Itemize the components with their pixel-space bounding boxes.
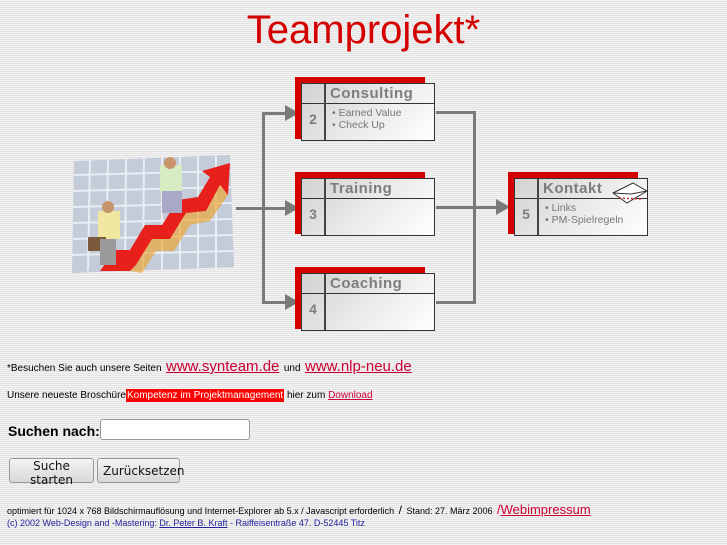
brochure-middle: hier zum: [286, 390, 326, 401]
footer-separator: /: [398, 503, 402, 517]
reset-button[interactable]: Zurücksetzen: [97, 458, 185, 483]
envelope-icon[interactable]: [611, 181, 649, 205]
box-item-check-up[interactable]: • Check Up: [332, 119, 401, 131]
search-label: Suchen nach:: [8, 423, 100, 439]
connector-line: [236, 207, 264, 210]
box-title[interactable]: Training: [330, 180, 392, 197]
footer-stand: Stand: 27. März 2006: [406, 506, 493, 516]
footer-line-1: optimiert für 1024 x 768 Bildschirmauflö…: [7, 501, 591, 519]
footer-address: - Raiffeisentraße 47. D-52445 Titz: [229, 518, 365, 528]
brochure-title: Kompetenz im Projektmanagement: [125, 389, 285, 402]
box-coaching[interactable]: Coaching 4: [295, 267, 435, 332]
download-link[interactable]: Download: [328, 390, 372, 401]
author-link[interactable]: Dr. Peter B. Kraft: [159, 518, 227, 528]
box-kontakt[interactable]: Kontakt 5 • Links • PM-Spielregeln: [508, 172, 648, 237]
webimpressum-link[interactable]: Webimpressum: [501, 502, 591, 517]
box-card: Training 3: [301, 178, 435, 236]
brochure-prefix: Unsere neueste Broschüre: [7, 390, 126, 401]
connector-line: [436, 206, 502, 209]
box-number: 4: [309, 301, 317, 317]
visit-middle: und: [283, 363, 301, 374]
box-item-earned-value[interactable]: • Earned Value: [332, 107, 401, 119]
box-title[interactable]: Coaching: [330, 275, 402, 292]
footer-copyright: (c) 2002 Web-Design and -Mastering:: [7, 518, 157, 528]
box-number: 5: [522, 206, 530, 222]
visit-line: *Besuchen Sie auch unsere Seiten www.syn…: [7, 358, 412, 376]
footer-line-2: (c) 2002 Web-Design and -Mastering: Dr. …: [7, 518, 365, 528]
box-card: Coaching 4: [301, 273, 435, 331]
link-nlp-neu[interactable]: www.nlp-neu.de: [305, 358, 412, 375]
connector-line: [436, 111, 476, 114]
box-card: Consulting 2 • Earned Value • Check Up: [301, 83, 435, 141]
business-climbing-illustration: [71, 155, 234, 273]
box-number: 3: [309, 206, 317, 222]
box-item-pm-spielregeln[interactable]: • PM-Spielregeln: [545, 214, 623, 226]
box-title[interactable]: Consulting: [330, 85, 413, 102]
box-title[interactable]: Kontakt: [543, 180, 602, 197]
search-submit-button[interactable]: Suche starten: [9, 458, 94, 487]
brochure-line: Unsere neueste BroschüreKompetenz im Pro…: [7, 389, 373, 402]
box-number: 2: [309, 111, 317, 127]
search-input[interactable]: [100, 419, 250, 440]
box-consulting[interactable]: Consulting 2 • Earned Value • Check Up: [295, 77, 435, 142]
connector-line: [473, 111, 476, 304]
box-training[interactable]: Training 3: [295, 172, 435, 237]
footer-optimized: optimiert für 1024 x 768 Bildschirmauflö…: [7, 506, 395, 516]
visit-prefix: *Besuchen Sie auch unsere Seiten: [7, 363, 162, 374]
connector-line: [436, 301, 476, 304]
page-title: Teamprojekt*: [246, 8, 481, 52]
link-synteam[interactable]: www.synteam.de: [166, 358, 279, 375]
box-card: Kontakt 5 • Links • PM-Spielregeln: [514, 178, 648, 236]
